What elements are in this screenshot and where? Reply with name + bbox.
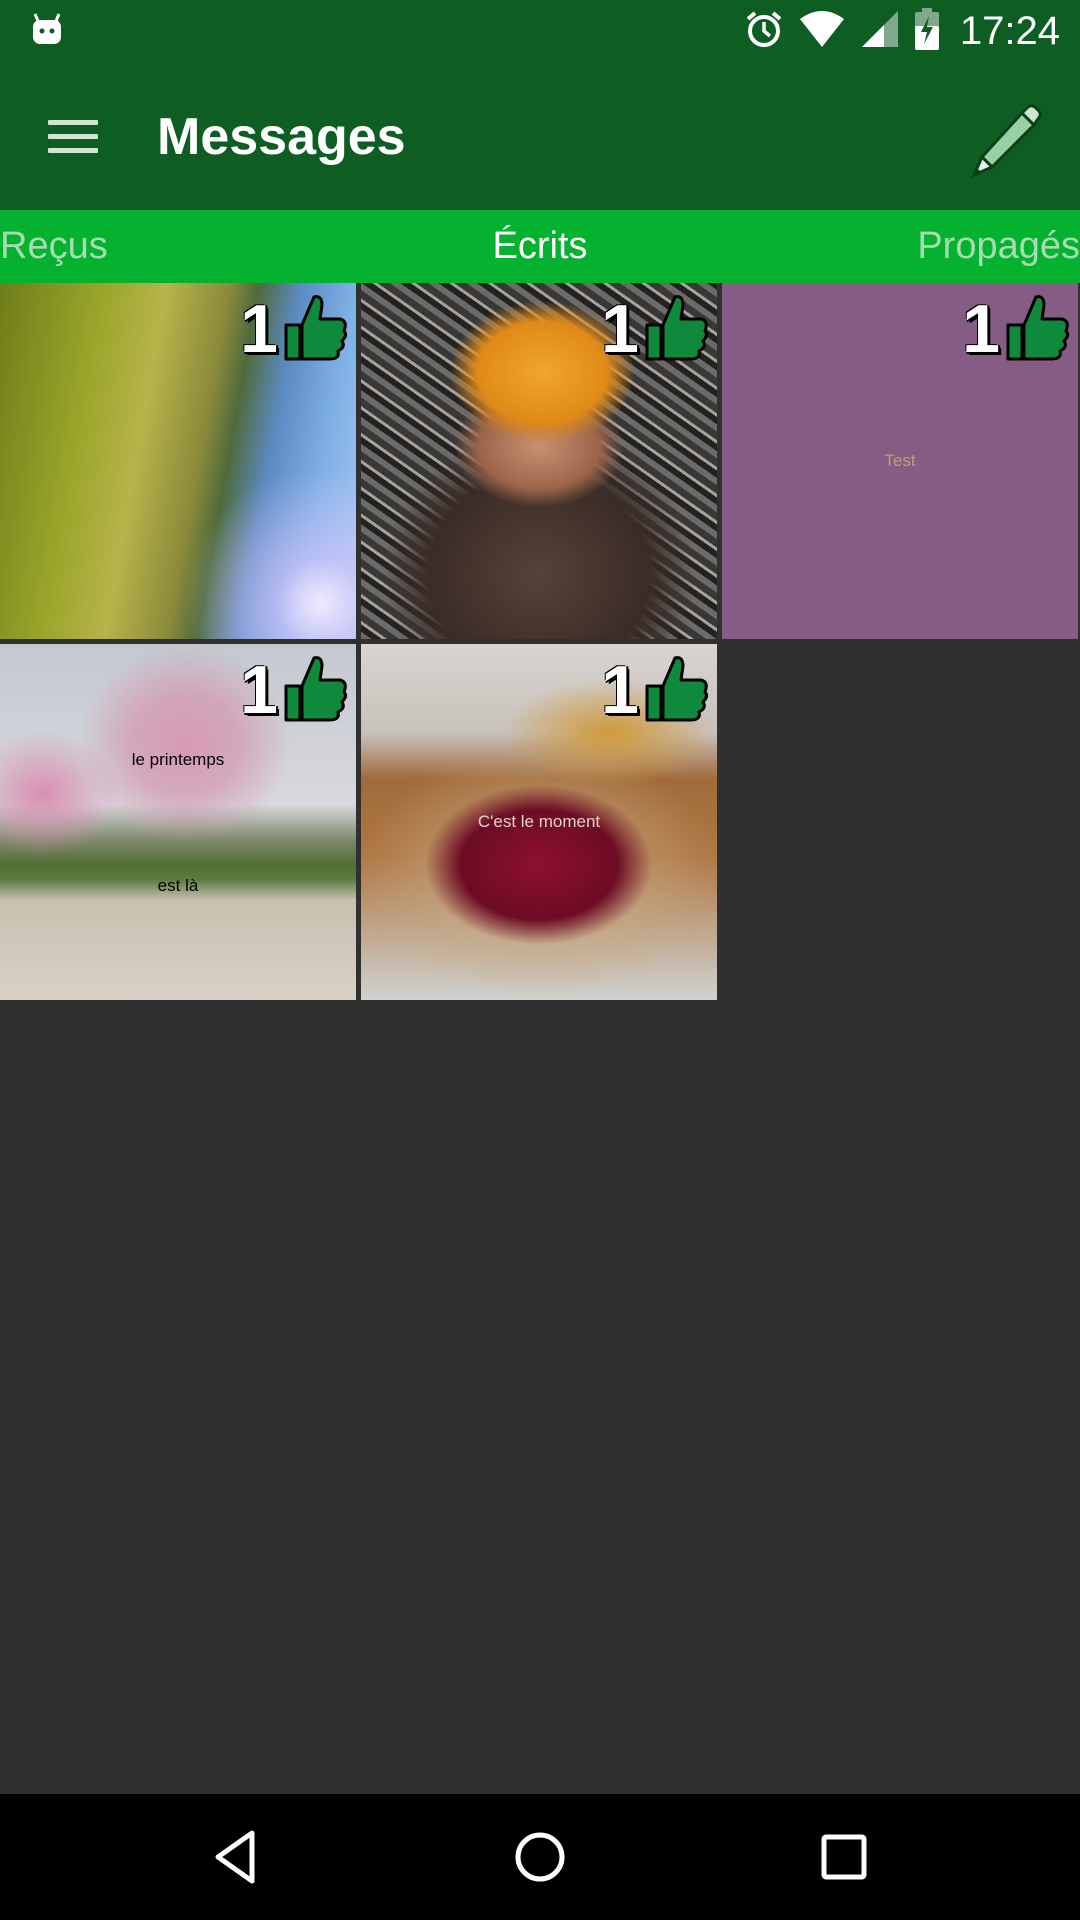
message-text: Test	[884, 451, 916, 470]
status-time: 17:24	[959, 9, 1060, 53]
battery-charging-icon	[914, 8, 940, 55]
thumbs-up-icon	[641, 652, 711, 729]
like-count: 1	[601, 291, 639, 367]
page-title: Messages	[157, 108, 406, 166]
recents-icon[interactable]	[814, 1827, 874, 1887]
navigation-bar	[0, 1794, 1080, 1920]
message-tile-3[interactable]: Test 1	[722, 283, 1078, 639]
message-text: est là	[157, 876, 199, 895]
pencil-icon[interactable]	[960, 95, 1050, 185]
signal-icon	[860, 9, 900, 54]
status-bar: 17:24	[0, 0, 1080, 63]
thumbs-up-icon	[1002, 291, 1072, 368]
message-tile-5[interactable]: C'est le moment 1	[361, 644, 717, 1000]
like-badge: 1	[601, 289, 711, 369]
like-count: 1	[240, 652, 278, 728]
message-tile-4[interactable]: le printemps est là 1	[0, 644, 356, 1000]
like-count: 1	[601, 652, 639, 728]
hamburger-menu-icon[interactable]	[38, 106, 108, 166]
tab-propages[interactable]: Propagés	[917, 210, 1080, 283]
like-badge: 1	[962, 289, 1072, 369]
like-badge: 1	[601, 650, 711, 730]
app-bar: Messages	[0, 63, 1080, 210]
thumbs-up-icon	[280, 291, 350, 368]
like-badge: 1	[240, 650, 350, 730]
message-tile-1[interactable]: 1	[0, 283, 356, 639]
back-icon[interactable]	[206, 1827, 266, 1887]
message-text: le printemps	[131, 750, 225, 769]
wifi-icon	[798, 9, 846, 54]
like-count: 1	[962, 291, 1000, 367]
like-badge: 1	[240, 289, 350, 369]
alarm-icon	[744, 9, 784, 54]
thumbs-up-icon	[280, 652, 350, 729]
home-icon[interactable]	[510, 1827, 570, 1887]
like-count: 1	[240, 291, 278, 367]
android-notification-icon	[30, 12, 64, 51]
thumbs-up-icon	[641, 291, 711, 368]
message-text: C'est le moment	[477, 812, 601, 831]
message-tile-2[interactable]: 1	[361, 283, 717, 639]
tab-bar: Reçus Écrits Propagés	[0, 210, 1080, 283]
